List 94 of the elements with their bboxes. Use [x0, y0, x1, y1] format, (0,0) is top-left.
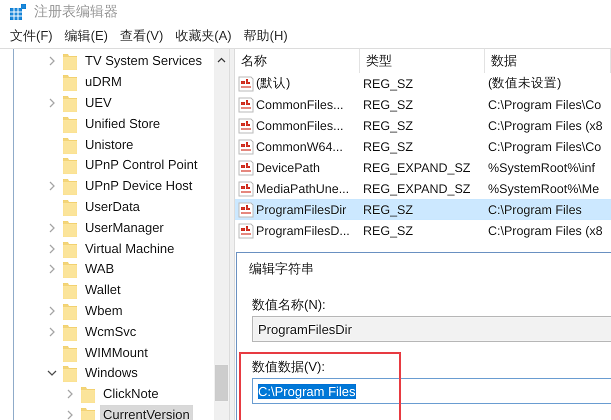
value-data: %SystemRoot%\Me [487, 182, 600, 196]
registry-app-icon [10, 4, 26, 20]
value-row[interactable]: CommonFiles... REG_SZ C:\Program Files\Co [235, 94, 611, 115]
menu-item[interactable]: 收藏夹(A) [175, 25, 232, 47]
value-data: C:\Program Files (x8 [487, 224, 604, 238]
folder-icon [63, 218, 77, 237]
value-name: CommonFiles... [256, 118, 344, 132]
scroll-up-icon[interactable] [217, 57, 226, 63]
value-type: REG_SZ [362, 140, 414, 154]
field-label: 数值数据(V): [252, 358, 326, 376]
folder-icon [63, 156, 77, 174]
tree-item[interactable]: WAB [82, 259, 118, 280]
tree-item[interactable]: WIMMount [82, 342, 151, 363]
string-value-icon [238, 180, 254, 196]
value-data: C:\Program Files\Co [487, 98, 602, 112]
tree-item[interactable]: Unified Store [82, 114, 164, 134]
folder-icon [63, 198, 77, 216]
menu-item[interactable]: 编辑(E) [64, 25, 108, 47]
vertical-scrollbar[interactable] [214, 49, 229, 420]
value-type: REG_SZ [362, 202, 414, 216]
string-value-icon [238, 96, 254, 112]
value-type: REG_SZ [362, 224, 414, 238]
value-data: C:\Program Files\Co [487, 140, 602, 154]
tree-item[interactable]: TV System Services [82, 51, 206, 72]
tree-item[interactable]: WcmSvc [82, 322, 140, 342]
value-data: C:\Program Files [487, 202, 583, 216]
folder-icon [81, 385, 95, 404]
value-data: (数值未设置) [487, 75, 562, 92]
field-label: 数值名称(N): [252, 296, 327, 314]
value-name: DevicePath [256, 160, 320, 174]
window-title: 注册表编辑器 [34, 3, 118, 21]
tree-item[interactable]: Wallet [82, 280, 124, 300]
column-header[interactable]: 数据 [485, 49, 611, 73]
tree-item[interactable]: Unistore [82, 134, 136, 155]
folder-icon [63, 136, 77, 154]
scrollbar-thumb[interactable] [215, 365, 228, 401]
column-header[interactable]: 类型 [360, 49, 485, 73]
tree-item[interactable]: UPnP Device Host [82, 176, 196, 196]
value-data: %SystemRoot%\inf [487, 160, 596, 174]
value-data: C:\Program Files (x8 [487, 118, 604, 132]
folder-icon [63, 73, 77, 92]
folder-icon [81, 406, 95, 420]
value-row[interactable]: DevicePath REG_EXPAND_SZ %SystemRoot%\inf [235, 157, 611, 178]
tree-item[interactable]: UserData [82, 196, 143, 217]
dialog-title: 编辑字符串 [249, 260, 314, 278]
folder-icon [63, 177, 77, 196]
value-name: MediaPathUne... [256, 182, 350, 196]
tree-item[interactable]: Wbem [82, 300, 126, 321]
value-row[interactable]: ProgramFilesD... REG_SZ C:\Program Files (x8 [235, 220, 611, 241]
tree-item[interactable]: ClickNote [100, 384, 162, 404]
string-value-icon [238, 76, 254, 92]
value-type: REG_EXPAND_SZ [362, 182, 472, 196]
value-row[interactable]: CommonFiles... REG_SZ C:\Program Files (x8 [235, 115, 611, 136]
string-value-icon [238, 118, 254, 134]
value-name: ProgramFilesD... [256, 224, 350, 238]
value-type: REG_SZ [362, 76, 414, 90]
value-row[interactable]: ProgramFilesDir REG_SZ C:\Program Files [235, 199, 611, 220]
tree-item[interactable]: uDRM [82, 72, 125, 92]
folder-icon [63, 240, 77, 258]
value-row[interactable]: CommonW64... REG_SZ C:\Program Files\Co [235, 136, 611, 157]
column-header[interactable]: 名称 [235, 49, 360, 73]
folder-icon [63, 344, 77, 362]
string-value-icon [238, 202, 254, 218]
string-value-icon [238, 138, 254, 154]
folder-icon [63, 260, 77, 278]
folder-icon [63, 364, 77, 382]
menu-item[interactable]: 查看(V) [120, 25, 164, 47]
tree-item[interactable]: CurrentVersion [100, 404, 193, 420]
value-name: CommonFiles... [256, 98, 344, 112]
value-row[interactable]: (默认) REG_SZ (数值未设置) [235, 73, 611, 94]
menu-item[interactable]: 帮助(H) [244, 25, 288, 47]
tree-item[interactable]: UEV [82, 92, 115, 113]
value-type: REG_EXPAND_SZ [362, 160, 472, 174]
value-type: REG_SZ [362, 98, 414, 112]
string-value-icon [238, 222, 254, 238]
string-value-icon [238, 160, 254, 176]
tree-item[interactable]: UPnP Control Point [82, 155, 200, 176]
value-row[interactable]: MediaPathUne... REG_EXPAND_SZ %SystemRoot%\Me [235, 178, 611, 199]
value-type: REG_SZ [362, 118, 414, 132]
value-data-field[interactable]: C:\Program Files [252, 378, 611, 404]
folder-icon [63, 52, 77, 70]
folder-icon [63, 322, 77, 341]
folder-icon [63, 114, 77, 133]
folder-icon [63, 94, 77, 112]
value-name: ProgramFilesDir [256, 202, 346, 216]
tree-item[interactable]: Virtual Machine [82, 238, 178, 259]
value-name: CommonW64... [256, 140, 343, 154]
menu-item[interactable]: 文件(F) [10, 25, 53, 47]
value-name: (默认) [256, 75, 290, 92]
tree-item[interactable]: Windows [82, 363, 141, 384]
value-name-field[interactable]: ProgramFilesDir [252, 316, 611, 342]
folder-icon [63, 302, 77, 320]
tree-item[interactable]: UserManager [82, 218, 167, 238]
folder-icon [63, 281, 77, 300]
